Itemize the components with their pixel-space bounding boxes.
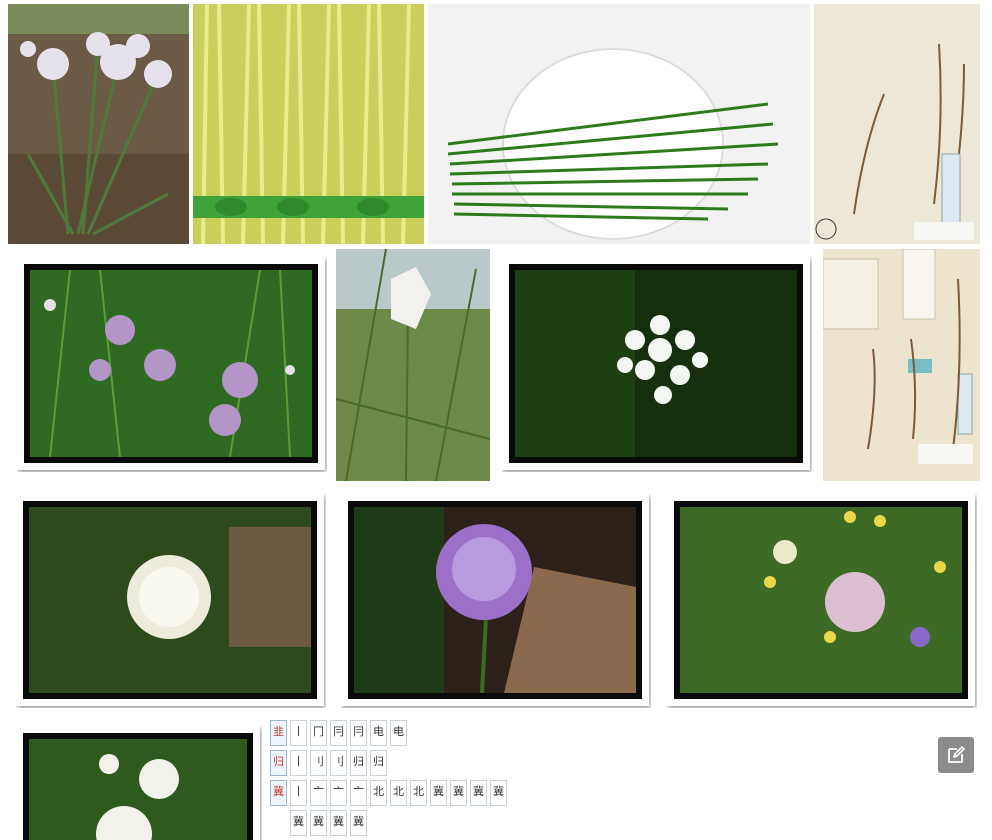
stroke-cell: 归 <box>270 750 287 776</box>
purple-allium-head-photo <box>354 507 636 693</box>
stroke-cell: 冀 <box>310 810 327 836</box>
chive-stems-photo <box>428 4 810 244</box>
stroke-cell: 冃 <box>330 720 347 746</box>
stroke-cell: 冂 <box>310 720 327 746</box>
white-star-photo <box>515 270 797 457</box>
pink-allium-photo <box>680 507 962 693</box>
stroke-cell: 电 <box>370 720 387 746</box>
gallery-image-stroke-order[interactable]: 韭 丨 冂 冃 冃 电 电 归 丨 刂 刂 归 归 冀 丨 亠 亠 亠 北 北 … <box>268 718 518 840</box>
yellow-chives-photo <box>193 4 424 244</box>
stroke-cell: 北 <box>410 780 427 806</box>
stroke-cell: 冀 <box>290 810 307 836</box>
herbarium-photo <box>814 4 980 244</box>
stroke-cell: 亠 <box>310 780 327 806</box>
edit-button[interactable] <box>938 737 974 773</box>
gallery-image-herbarium-1[interactable] <box>814 4 980 244</box>
gallery-image-white-bud[interactable] <box>336 249 490 481</box>
edit-icon <box>948 746 965 763</box>
stroke-cell: 韭 <box>270 720 287 746</box>
stroke-cell: 刂 <box>310 750 327 776</box>
stroke-cell: 冀 <box>270 780 287 806</box>
onion-plant-photo <box>8 4 189 244</box>
stroke-chart: 韭 丨 冂 冃 冃 电 电 归 丨 刂 刂 归 归 冀 丨 亠 亠 亠 北 北 … <box>268 718 518 840</box>
stroke-cell: 亠 <box>330 780 347 806</box>
stroke-cell: 冀 <box>490 780 507 806</box>
purple-allium-photo <box>30 270 312 457</box>
stroke-cell: 冀 <box>470 780 487 806</box>
stroke-cell: 归 <box>350 750 367 776</box>
herbarium-labels-photo <box>823 249 980 481</box>
gallery-image-pink-allium-meadow[interactable] <box>667 494 977 708</box>
gallery-image-onion-plant[interactable] <box>8 4 189 244</box>
stroke-cell: 北 <box>390 780 407 806</box>
stroke-cell: 丨 <box>290 750 307 776</box>
white-bud-photo <box>336 249 490 481</box>
stroke-cell: 北 <box>370 780 387 806</box>
gallery-image-purple-allium-head[interactable] <box>341 494 651 708</box>
stroke-cell: 冀 <box>330 810 347 836</box>
stroke-cell: 刂 <box>330 750 347 776</box>
stroke-cell: 丨 <box>290 720 307 746</box>
stroke-cell: 冀 <box>450 780 467 806</box>
gallery-image-white-allium-head[interactable] <box>16 494 326 708</box>
gallery-image-purple-allium-grass[interactable] <box>17 257 327 472</box>
stroke-cell: 亠 <box>350 780 367 806</box>
white-allium-garden-photo <box>29 739 247 840</box>
stroke-cell: 归 <box>370 750 387 776</box>
gallery-image-white-star-allium[interactable] <box>502 257 812 472</box>
stroke-cell: 冀 <box>350 810 367 836</box>
white-allium-photo <box>29 507 311 693</box>
gallery-image-white-allium-garden[interactable] <box>16 726 262 840</box>
gallery-image-yellow-chives[interactable] <box>193 4 424 244</box>
stroke-cell: 电 <box>390 720 407 746</box>
gallery-image-chive-stems-plate[interactable] <box>428 4 810 244</box>
stroke-cell: 冃 <box>350 720 367 746</box>
stroke-cell: 冀 <box>430 780 447 806</box>
gallery-image-herbarium-2[interactable] <box>823 249 980 481</box>
stroke-cell: 丨 <box>290 780 307 806</box>
